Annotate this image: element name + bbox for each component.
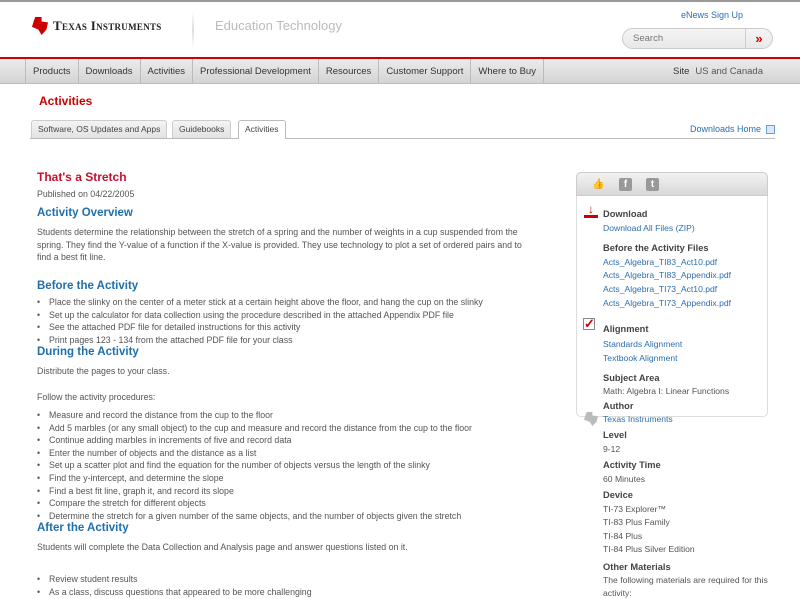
download-all-link[interactable]: Download All Files (ZIP) <box>603 222 731 236</box>
details-section: Level 9-12 Activity Time 60 Minutes Devi… <box>603 429 773 599</box>
device-item: TI-84 Plus Silver Edition <box>603 544 695 554</box>
nav-professional-development[interactable]: Professional Development <box>193 59 319 83</box>
header-divider <box>192 12 194 48</box>
list-item: Measure and record the distance from the… <box>37 409 557 422</box>
site-value[interactable]: US and Canada <box>695 66 763 77</box>
top-border <box>0 0 800 2</box>
overview-text: Students determine the relationship betw… <box>37 227 522 263</box>
textbook-alignment-link[interactable]: Textbook Alignment <box>603 351 729 365</box>
device-heading: Device <box>603 490 633 500</box>
list-item: Compare the stretch for different object… <box>37 497 557 510</box>
download-section: Download Download All Files (ZIP) Before… <box>603 208 731 311</box>
nav-downloads[interactable]: Downloads <box>79 59 141 83</box>
file-link[interactable]: Acts_Algebra_TI73_Appendix.pdf <box>603 297 731 311</box>
list-item: Add 5 marbles (or any small object) to t… <box>37 422 557 435</box>
after-list: Review student results As a class, discu… <box>37 573 537 598</box>
enews-signup-link[interactable]: eNews Sign Up <box>681 10 743 20</box>
alignment-heading: Alignment <box>603 324 649 334</box>
author-link[interactable]: Texas Instruments <box>603 413 729 427</box>
materials-text: The following materials are required for… <box>603 575 768 598</box>
tab-software[interactable]: Software, OS Updates and Apps <box>31 120 168 138</box>
nav-products[interactable]: Products <box>25 59 79 83</box>
home-icon <box>766 124 776 134</box>
author-heading: Author <box>603 400 634 411</box>
level-heading: Level <box>603 430 627 440</box>
like-icon[interactable]: 👍 <box>592 178 605 191</box>
during-list: Measure and record the distance from the… <box>37 409 557 522</box>
site-selector[interactable]: Site US and Canada <box>673 59 763 84</box>
list-item: Set up a scatter plot and find the equat… <box>37 459 557 472</box>
ti-logo[interactable]: Texas Instruments <box>32 17 162 35</box>
level-value: 9-12 <box>603 443 621 454</box>
list-item: Continue adding marbles in increments of… <box>37 434 557 447</box>
after-heading: After the Activity <box>37 522 129 534</box>
downloads-home-link[interactable]: Downloads Home <box>690 124 776 134</box>
device-item: TI-73 Explorer™ <box>603 503 667 514</box>
search-go-button[interactable]: » <box>745 29 772 48</box>
search-input[interactable]: Search <box>623 33 745 44</box>
file-link[interactable]: Acts_Algebra_TI83_Appendix.pdf <box>603 269 731 283</box>
during-intro: Distribute the pages to your class. <box>37 366 170 376</box>
download-icon: ↓ <box>584 203 598 218</box>
tab-activities[interactable]: Activities <box>238 120 286 139</box>
list-item: As a class, discuss questions that appea… <box>37 586 537 599</box>
device-item: TI-84 Plus <box>603 530 643 541</box>
during-follow: Follow the activity procedures: <box>37 392 156 402</box>
subject-heading: Subject Area <box>603 372 660 383</box>
list-item: Enter the number of objects and the dist… <box>37 447 557 460</box>
download-heading: Download <box>603 209 648 219</box>
after-intro: Students will complete the Data Collecti… <box>37 542 408 552</box>
list-item: Find a best fit line, graph it, and reco… <box>37 485 557 498</box>
before-heading: Before the Activity <box>37 280 139 292</box>
list-item: See the attached PDF file for detailed i… <box>37 321 537 334</box>
nav-resources[interactable]: Resources <box>319 59 380 83</box>
tab-guidebooks[interactable]: Guidebooks <box>172 120 232 138</box>
nav-customer-support[interactable]: Customer Support <box>379 59 472 83</box>
published-date: Published on 04/22/2005 <box>37 189 135 199</box>
nav-activities[interactable]: Activities <box>141 59 193 83</box>
file-link[interactable]: Acts_Algebra_TI73_Act10.pdf <box>603 283 731 297</box>
ti-logo-icon <box>32 17 48 35</box>
alignment-section: Alignment Standards Alignment Textbook A… <box>603 323 729 427</box>
before-list: Place the slinky on the center of a mete… <box>37 296 537 346</box>
nav-where-to-buy[interactable]: Where to Buy <box>471 59 544 83</box>
share-bar: 👍 f t <box>576 172 768 196</box>
list-item: Review student results <box>37 573 537 586</box>
facebook-icon[interactable]: f <box>619 177 632 191</box>
time-heading: Activity Time <box>603 460 661 470</box>
overview-heading: Activity Overview <box>37 207 133 219</box>
checkmark-icon: ✓ <box>583 316 595 331</box>
twitter-icon[interactable]: t <box>646 177 659 191</box>
before-files-heading: Before the Activity Files <box>603 243 709 253</box>
list-item: Find the y-intercept, and determine the … <box>37 472 557 485</box>
tab-divider <box>30 138 775 139</box>
downloads-home-label: Downloads Home <box>690 124 762 134</box>
search-box[interactable]: Search» <box>622 28 773 49</box>
list-item: Place the slinky on the center of a mete… <box>37 296 537 309</box>
time-value: 60 Minutes <box>603 473 646 484</box>
file-link[interactable]: Acts_Algebra_TI83_Act10.pdf <box>603 256 731 270</box>
section-title: Education Technology <box>215 18 342 33</box>
page-title: Activities <box>39 94 93 108</box>
during-heading: During the Activity <box>37 346 139 358</box>
materials-heading: Other Materials <box>603 561 671 572</box>
activity-title: That's a Stretch <box>37 170 127 184</box>
subject-value: Math: Algebra I: Linear Functions <box>603 386 730 396</box>
standards-alignment-link[interactable]: Standards Alignment <box>603 337 729 351</box>
brand-name: Texas Instruments <box>53 18 162 33</box>
site-label: Site <box>673 66 690 77</box>
device-item: TI-83 Plus Family <box>603 517 670 527</box>
list-item: Set up the calculator for data collectio… <box>37 309 537 322</box>
